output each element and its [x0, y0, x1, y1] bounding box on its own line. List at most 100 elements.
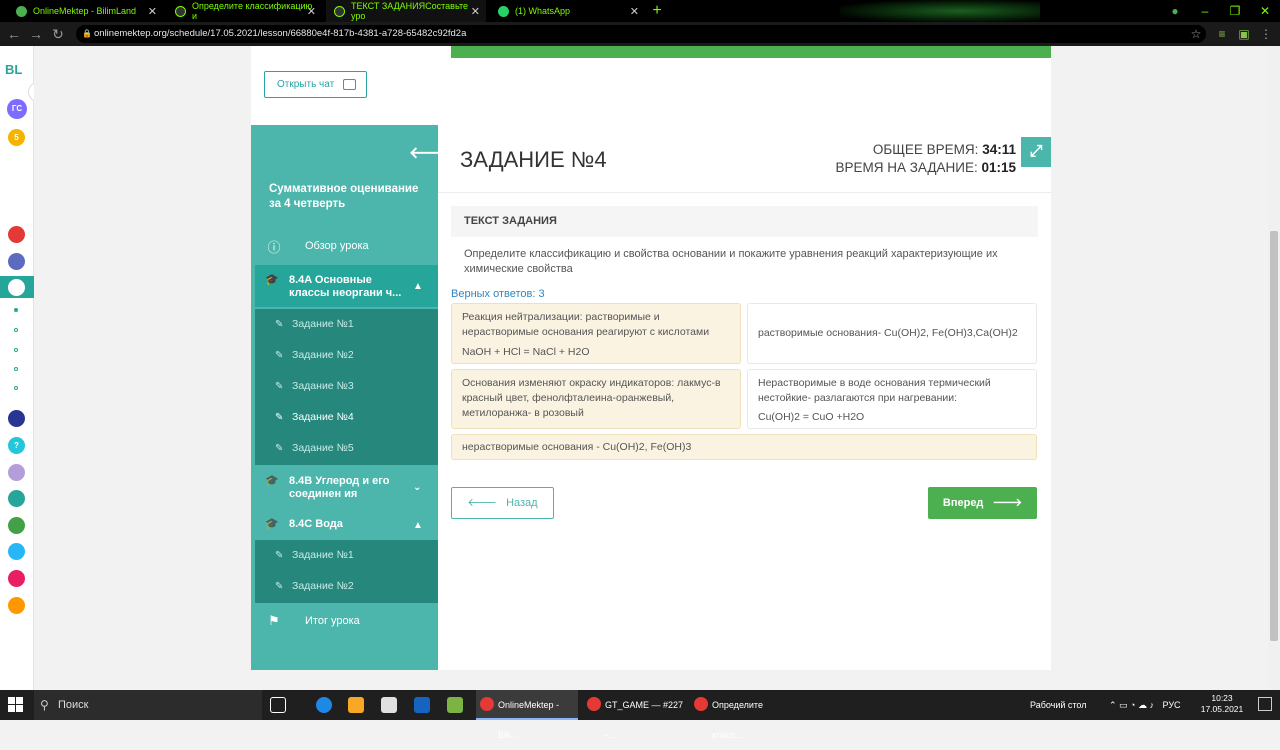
edit-icon: ✎	[275, 319, 284, 330]
course-title: Суммативное оценивание за 4 четверть	[269, 183, 419, 210]
profile-icon[interactable]: ●	[1160, 0, 1190, 22]
file-explorer-icon[interactable]	[348, 697, 364, 713]
mail-icon[interactable]	[414, 697, 430, 713]
maximize-button[interactable]: ❐	[1220, 0, 1250, 22]
task-time-label: ВРЕМЯ НА ЗАДАНИЕ:	[835, 160, 978, 175]
close-icon[interactable]: ✕	[307, 5, 316, 18]
app-icon[interactable]	[8, 597, 25, 614]
scrollbar[interactable]	[1268, 46, 1280, 690]
task-label: Задание №5	[292, 442, 354, 454]
answer-text: Реакция нейтрализации: растворимые и нер…	[462, 311, 710, 338]
window-close-button[interactable]: ✕	[1250, 0, 1280, 22]
fullscreen-icon[interactable]: ⤢	[1021, 137, 1051, 167]
app-icon[interactable]	[8, 279, 25, 296]
task-item-2[interactable]: ✎ Задание №2	[255, 340, 438, 371]
menu-icon[interactable]: ⋮	[1256, 24, 1276, 44]
system-tray: Рабочий стол ⌃ ▭ ◔ ☁ ♪ РУС	[1030, 690, 1181, 720]
url-field[interactable]: 🔒 onlinemektep.org/schedule/17.05.2021/l…	[76, 25, 1206, 43]
app-icon[interactable]	[8, 543, 25, 560]
store-icon[interactable]	[381, 697, 397, 713]
task-item-3[interactable]: ✎ Задание №3	[255, 371, 438, 402]
task-time-value: 01:15	[981, 160, 1016, 175]
answer-card[interactable]: Нерастворимые в воде основания термическ…	[747, 369, 1037, 429]
tab-title: Определите классификацию и	[192, 1, 313, 21]
task-item-4-current[interactable]: ✎ Задание №4	[255, 402, 438, 433]
close-icon[interactable]: ✕	[630, 5, 639, 18]
browser-tab-1[interactable]: OnlineMektep - BilimLand ✕	[8, 0, 163, 22]
edit-icon: ✎	[275, 350, 284, 361]
answer-card[interactable]: Реакция нейтрализации: растворимые и нер…	[451, 303, 741, 364]
edge-icon[interactable]	[316, 697, 332, 713]
sidebar-item-summary[interactable]: ⚑ Итог урока	[255, 609, 438, 633]
notification-icon[interactable]	[1258, 697, 1272, 711]
edit-icon: ✎	[275, 381, 284, 392]
scrollbar-thumb[interactable]	[1270, 231, 1278, 641]
task-item-5[interactable]: ✎ Задание №5	[255, 433, 438, 464]
task-item-1[interactable]: ✎ Задание №1	[255, 540, 438, 571]
search-placeholder: Поиск	[58, 699, 89, 711]
lesson-sidebar: 🡐 Суммативное оценивание за 4 четверть ⓘ…	[251, 125, 452, 670]
new-tab-button[interactable]: +	[649, 3, 665, 19]
timers: ОБЩЕЕ ВРЕМЯ: 34:11 ВРЕМЯ НА ЗАДАНИЕ: 01:…	[835, 141, 1016, 177]
back-arrow-icon[interactable]: ←	[4, 24, 24, 44]
chat-label: Открыть чат	[277, 79, 335, 90]
answer-card[interactable]: растворимые основания- Cu(OH)2, Fe(OH)3,…	[747, 303, 1037, 364]
app-icon[interactable]	[8, 490, 25, 507]
taskbar-app-chrome-1[interactable]: OnlineMektep - Bili...	[476, 690, 578, 740]
back-label: Назад	[506, 497, 538, 509]
dot-icon	[14, 328, 18, 332]
app-icon[interactable]	[8, 517, 25, 534]
notification-badge[interactable]: 5	[8, 129, 25, 146]
extension-icon[interactable]: ≡	[1212, 24, 1232, 44]
taskbar-clock[interactable]: 10:23 17.05.2021	[1196, 693, 1248, 715]
browser-tab-4[interactable]: (1) WhatsApp ✕	[490, 0, 645, 22]
dot-icon	[14, 308, 18, 312]
graduation-cap-icon: 🎓	[265, 274, 279, 286]
next-label: Вперед	[942, 497, 984, 509]
answer-card[interactable]: нерастворимые основания - Cu(OH)2, Fe(OH…	[451, 434, 1037, 460]
taskbar-search[interactable]: ⚲ Поиск	[34, 690, 262, 720]
app-icon[interactable]	[447, 697, 463, 713]
open-chat-button[interactable]: Открыть чат	[264, 71, 367, 98]
app-icon[interactable]	[8, 570, 25, 587]
chevron-up-icon[interactable]: ▲	[413, 280, 423, 293]
windows-start-icon[interactable]	[8, 697, 24, 713]
close-icon[interactable]: ✕	[471, 5, 480, 18]
dot-icon	[14, 367, 18, 371]
back-button[interactable]: 🡐 Назад	[451, 487, 554, 519]
help-icon[interactable]: ?	[8, 437, 25, 454]
app-label: OnlineMektep - Bili...	[498, 700, 560, 740]
task-view-icon[interactable]	[270, 697, 286, 713]
tab-title: (1) WhatsApp	[515, 6, 571, 16]
browser-tab-3[interactable]: ТЕКСТ ЗАДАНИЯСоставьте уро ✕	[326, 0, 486, 22]
language-indicator[interactable]: РУС	[1163, 700, 1181, 710]
app-icon[interactable]	[8, 253, 25, 270]
star-icon[interactable]: ☆	[1186, 24, 1206, 44]
answer-card[interactable]: Основания изменяют окраску индикаторов: …	[451, 369, 741, 429]
extension-icon[interactable]: ▣	[1234, 24, 1254, 44]
app-icon[interactable]	[8, 410, 25, 427]
close-icon[interactable]: ✕	[148, 5, 157, 18]
taskbar-app-chrome-3[interactable]: Определите класс...	[690, 690, 792, 740]
app-icon[interactable]	[8, 464, 25, 481]
chevron-down-icon[interactable]: ⌄	[413, 481, 421, 494]
next-button[interactable]: Вперед 🡒	[928, 487, 1037, 519]
clock-time: 10:23	[1211, 693, 1233, 703]
task-item-1[interactable]: ✎ Задание №1	[255, 309, 438, 340]
chrome-icon	[694, 697, 708, 711]
minimize-button[interactable]: –	[1190, 0, 1220, 22]
sidebar-item-overview[interactable]: ⓘ Обзор урока	[255, 233, 438, 259]
desktop-label[interactable]: Рабочий стол	[1030, 700, 1087, 710]
chevron-up-icon[interactable]: ▲	[413, 519, 423, 532]
tray-icons[interactable]: ⌃ ▭ ◔ ☁ ♪	[1109, 700, 1154, 710]
app-icon[interactable]	[8, 226, 25, 243]
taskbar-app-chrome-2[interactable]: GT_GAME — #227 -...	[583, 690, 685, 740]
question-text: Определите классификацию и свойства осно…	[464, 248, 998, 275]
user-avatar[interactable]: ГС	[7, 99, 27, 119]
module-8-4c-tasks: ✎ Задание №1 ✎ Задание №2	[255, 540, 438, 603]
task-item-2[interactable]: ✎ Задание №2	[255, 571, 438, 602]
reload-icon[interactable]: ↻	[48, 24, 68, 44]
answer-equation: NaOH + HCl = NaCl + H2O	[462, 346, 590, 358]
forward-arrow-icon[interactable]: →	[26, 24, 46, 44]
browser-tab-2[interactable]: Определите классификацию и ✕	[167, 0, 322, 22]
